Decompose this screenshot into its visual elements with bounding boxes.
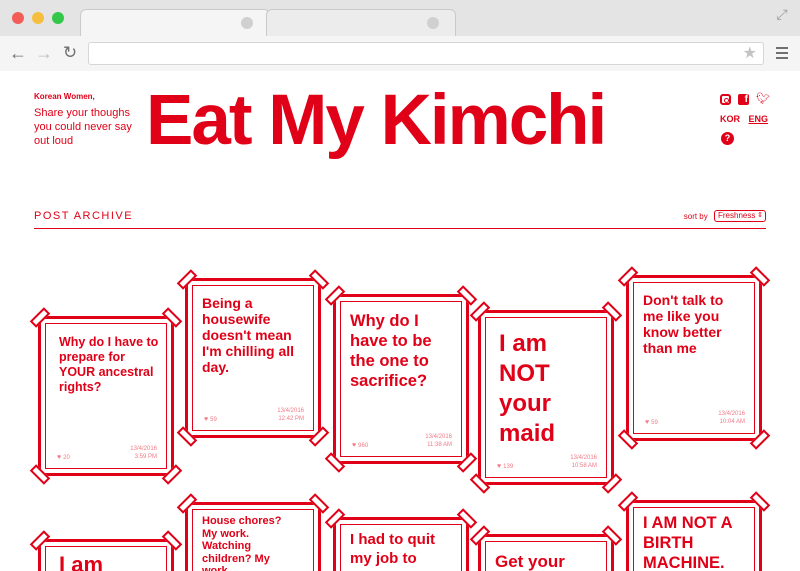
twitter-icon[interactable]: 🐦︎ — [756, 94, 770, 105]
post-card[interactable]: I had to quit my job to — [324, 508, 478, 571]
heart-icon: ♥ — [57, 454, 62, 461]
post-timestamp: 13/4/2016 12:42 PM — [277, 408, 304, 422]
post-card[interactable]: Why do I have to be the one to sacrifice… — [324, 285, 478, 473]
heart-icon: ♥ — [204, 416, 209, 423]
sort-label: sort by — [683, 211, 708, 221]
sort-control: sort by Freshness ⇕ — [684, 210, 766, 222]
post-text: I had to quit my job to — [350, 531, 435, 567]
close-window-button[interactable] — [12, 12, 24, 24]
language-switcher: KOR ENG — [720, 114, 774, 124]
tab-strip: ⤢ — [0, 0, 800, 36]
lang-eng[interactable]: ENG — [749, 114, 769, 124]
heart-icon: ♥ — [645, 419, 650, 426]
post-timestamp: 13/4/2016 10:58 AM — [570, 455, 597, 469]
post-text: House chores? My work. Watching children… — [202, 515, 282, 571]
post-likes[interactable]: ♥ 20 — [57, 454, 70, 461]
post-text: Don't talk to me like you know better th… — [643, 292, 724, 356]
post-text: Why do I have to be the one to sacrifice… — [350, 312, 432, 390]
instagram-icon[interactable] — [720, 94, 731, 105]
post-card[interactable]: I am — [29, 530, 183, 571]
minimize-window-button[interactable] — [32, 12, 44, 24]
post-text: I AM NOT A BIRTH MACHINE. — [643, 514, 732, 571]
post-likes[interactable]: ♥ 59 — [204, 416, 217, 423]
tab-new[interactable] — [266, 9, 456, 36]
browser-chrome: ⤢ ← → ↻ ★ — [0, 0, 800, 71]
tab-close-icon[interactable] — [427, 17, 439, 29]
forward-arrow-icon[interactable]: → — [34, 42, 54, 64]
post-text: Get your — [495, 552, 565, 571]
fullscreen-icon[interactable]: ⤢ — [774, 6, 790, 22]
reload-icon[interactable]: ↻ — [60, 42, 80, 64]
browser-toolbar: ← → ↻ ★ — [0, 36, 800, 71]
lang-kor[interactable]: KOR — [720, 114, 740, 124]
post-text: Why do I have to prepare for YOUR ancest… — [59, 335, 159, 394]
site-logo[interactable]: Eat My Kimchi — [146, 80, 666, 162]
heart-icon: ♥ — [352, 442, 357, 449]
post-card[interactable]: House chores? My work. Watching children… — [176, 493, 330, 571]
post-card[interactable]: Why do I have to prepare for YOUR ancest… — [29, 307, 183, 485]
tab-active[interactable] — [80, 9, 270, 36]
post-timestamp: 13/4/2016 3:59 PM — [130, 446, 157, 460]
tagline: Korean Women, Share your thoughs you cou… — [34, 90, 134, 148]
tagline-body: Share your thoughs you could never say o… — [34, 107, 132, 147]
bookmark-star-icon[interactable]: ★ — [743, 44, 757, 64]
facebook-icon[interactable]: f — [738, 94, 749, 105]
post-card[interactable]: Don't talk to me like you know better th… — [617, 266, 771, 450]
sort-value: Freshness — [718, 211, 756, 220]
section-title: POST ARCHIVE — [34, 210, 134, 222]
post-timestamp: 13/4/2016 10:04 AM — [718, 411, 745, 425]
post-timestamp: 13/4/2016 11:38 AM — [425, 434, 452, 448]
help-icon[interactable]: ? — [721, 132, 734, 145]
page-content: Korean Women, Share your thoughs you cou… — [0, 72, 800, 571]
tagline-heading: Korean Women, — [34, 92, 95, 101]
post-text: Being a housewife doesn't mean I'm chill… — [202, 295, 295, 375]
post-card[interactable]: I am NOT your maid ♥ 139 13/4/2016 10:58 A… — [469, 301, 623, 494]
post-card[interactable]: Being a housewife doesn't mean I'm chill… — [176, 269, 330, 447]
post-text: I am NOT your maid — [499, 330, 556, 447]
maximize-window-button[interactable] — [52, 12, 64, 24]
address-bar[interactable]: ★ — [88, 42, 764, 65]
post-likes[interactable]: ♥ 960 — [352, 442, 368, 449]
sort-select[interactable]: Freshness ⇕ — [714, 210, 766, 222]
post-likes[interactable]: ♥ 59 — [645, 419, 658, 426]
social-links: f 🐦︎ — [720, 94, 770, 108]
back-arrow-icon[interactable]: ← — [8, 42, 28, 64]
tab-close-icon[interactable] — [241, 17, 253, 29]
chevron-updown-icon: ⇕ — [757, 212, 763, 219]
post-card[interactable]: Get your — [469, 525, 623, 571]
post-card[interactable]: I AM NOT A BIRTH MACHINE. — [617, 491, 771, 571]
heart-icon: ♥ — [497, 463, 502, 470]
post-text: I am — [59, 552, 104, 571]
menu-icon[interactable] — [776, 44, 790, 62]
post-likes[interactable]: ♥ 139 — [497, 463, 513, 470]
divider — [34, 228, 766, 229]
